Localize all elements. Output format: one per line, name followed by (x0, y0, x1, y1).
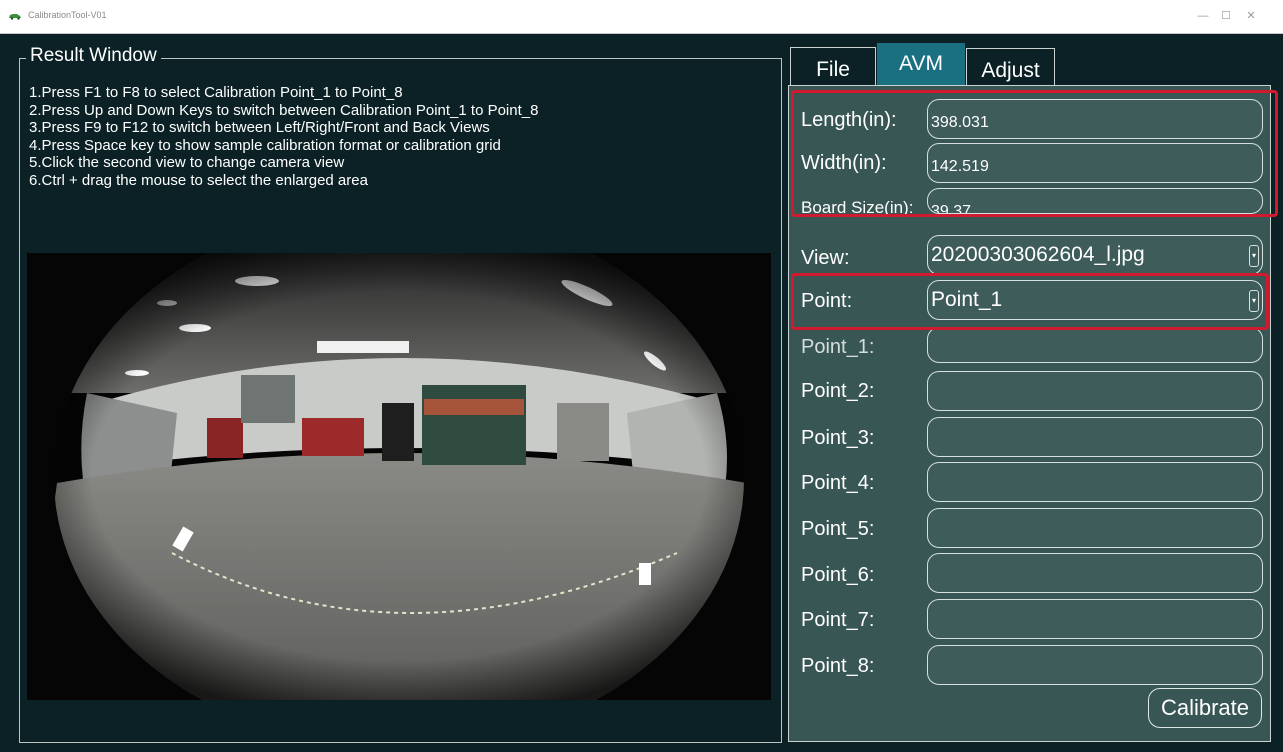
dropdown-arrow-icon[interactable]: ▾ (1249, 245, 1259, 267)
point-2-label: Point_2: (801, 380, 875, 402)
tab-adjust[interactable]: Adjust (966, 48, 1055, 88)
point-5-input[interactable] (927, 508, 1263, 548)
result-window-title: Result Window (26, 45, 161, 67)
point-4-input[interactable] (927, 462, 1263, 502)
view-label: View: (801, 247, 850, 269)
calibrate-button[interactable]: Calibrate (1148, 688, 1262, 728)
dimensions-highlight-box (791, 90, 1278, 217)
instruction-line: 6.Ctrl + drag the mouse to select the en… (29, 171, 368, 189)
tab-file[interactable]: File (790, 47, 876, 87)
point-6-input[interactable] (927, 553, 1263, 593)
point-8-label: Point_8: (801, 655, 875, 677)
point-7-input[interactable] (927, 599, 1263, 639)
view-select-value: 20200303062604_l.jpg (931, 243, 1145, 266)
instruction-line: 4.Press Space key to show sample calibra… (29, 136, 501, 154)
instruction-line: 5.Click the second view to change camera… (29, 154, 345, 171)
point-highlight-box (791, 273, 1269, 330)
instruction-line: 2.Press Up and Down Keys to switch betwe… (29, 101, 539, 119)
point-7-label: Point_7: (801, 609, 875, 631)
point-6-label: Point_6: (801, 564, 875, 586)
point-3-label: Point_3: (801, 427, 875, 449)
car-icon (9, 14, 21, 20)
close-button[interactable]: ✕ (1236, 4, 1266, 28)
title-bar: CalibrationTool-V01 — ☐ ✕ (0, 0, 1283, 34)
point-5-label: Point_5: (801, 518, 875, 540)
tab-avm[interactable]: AVM (877, 43, 965, 87)
point-2-input[interactable] (927, 371, 1263, 411)
point-1-input[interactable] (927, 327, 1263, 363)
fisheye-image (27, 253, 771, 700)
point-8-input[interactable] (927, 645, 1263, 685)
instructions-list: 1.Press F1 to F8 to select Calibration P… (29, 84, 538, 189)
instruction-line: 1.Press F1 to F8 to select Calibration P… (29, 84, 403, 101)
point-3-input[interactable] (927, 417, 1263, 457)
instruction-line: 3.Press F9 to F12 to switch between Left… (29, 119, 490, 136)
point-1-label: Point_1: (801, 336, 875, 358)
view-select[interactable]: 20200303062604_l.jpg ▾ (927, 235, 1263, 275)
camera-view[interactable] (27, 253, 771, 700)
point-4-label: Point_4: (801, 472, 875, 494)
window-title: CalibrationTool-V01 (28, 10, 107, 20)
